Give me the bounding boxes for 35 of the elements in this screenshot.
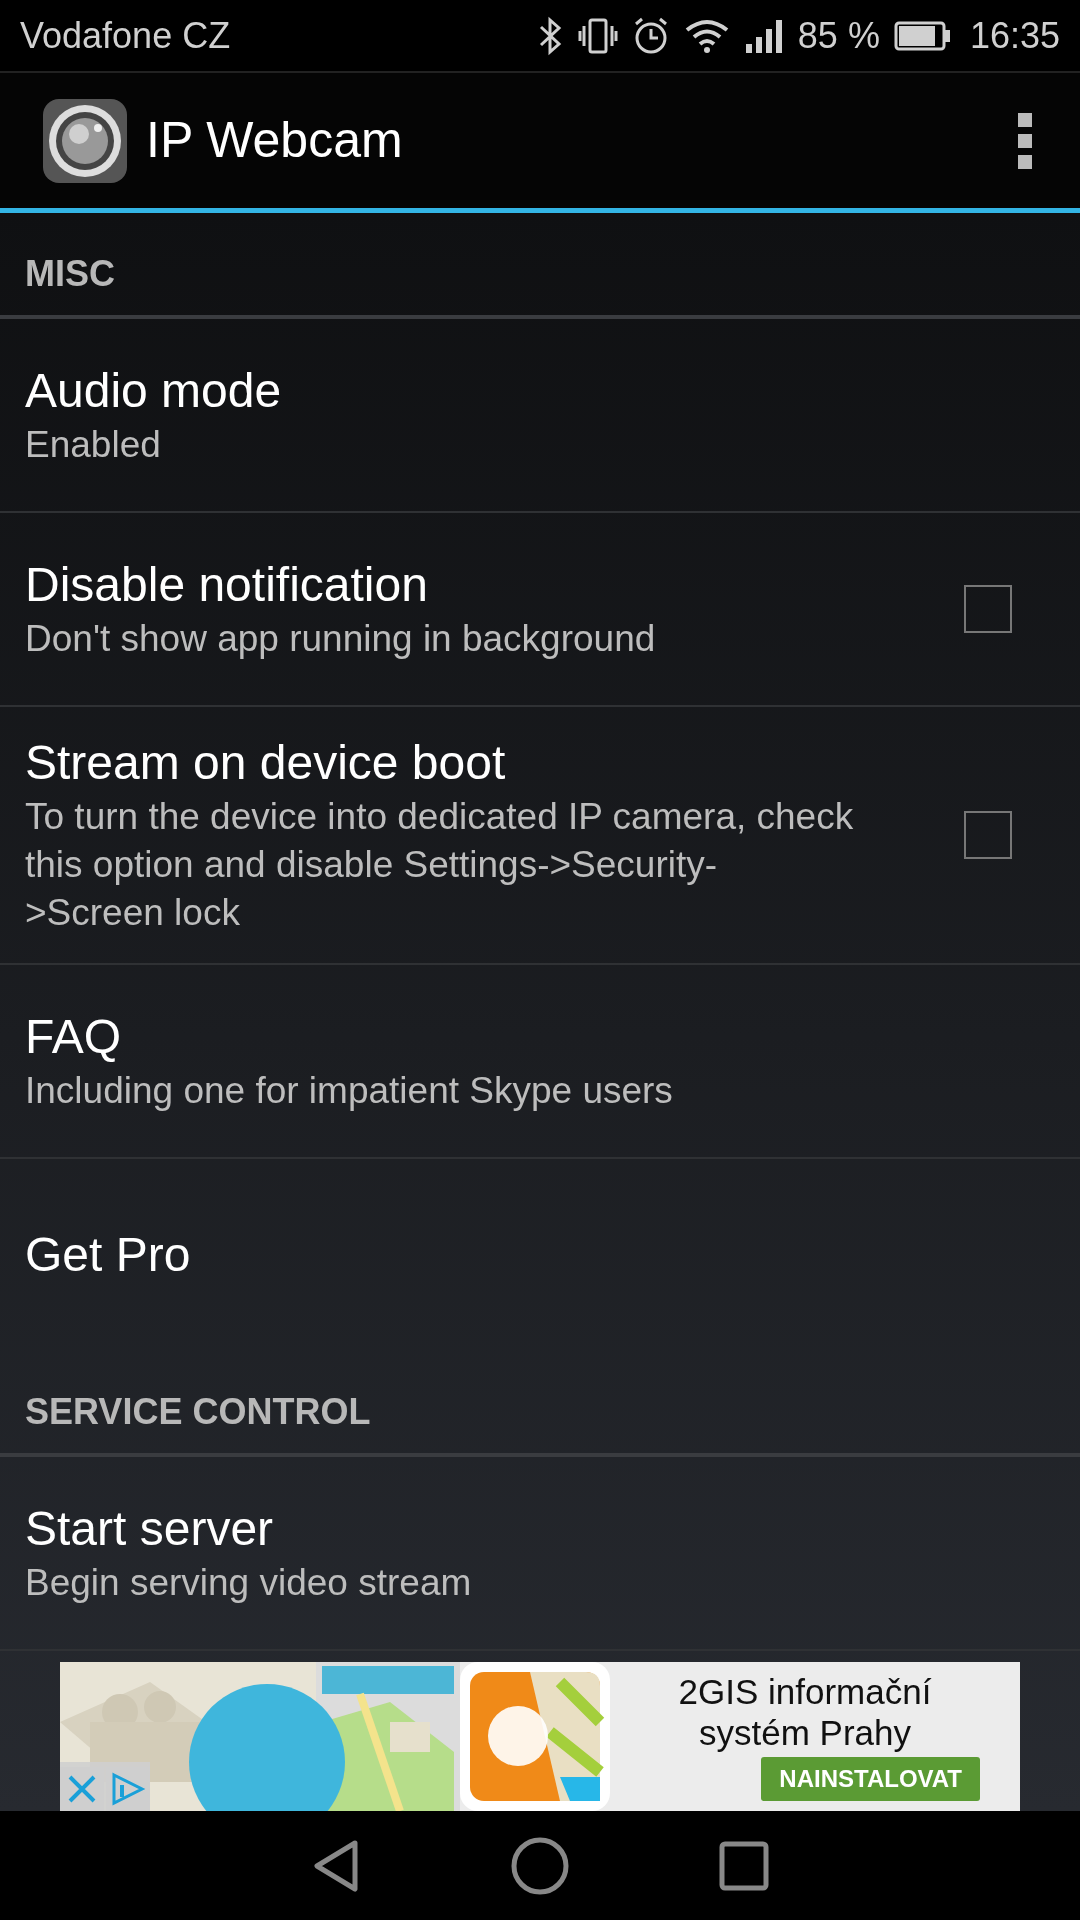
wifi-icon [683, 17, 730, 54]
app-title: IP Webcam [146, 111, 403, 170]
camera-lens-icon [42, 97, 128, 184]
setting-summary: Begin serving video stream [25, 1561, 473, 1606]
bluetooth-icon [537, 15, 564, 56]
setting-title: Get Pro [25, 1227, 192, 1284]
checkbox[interactable] [964, 811, 1012, 860]
setting-title: Disable notification [25, 556, 429, 613]
ad-title: 2GIS informační systém Prahy [677, 1672, 933, 1753]
recents-icon[interactable] [719, 1840, 769, 1891]
carrier-name: Vodafone CZ [20, 13, 231, 58]
settings-row[interactable]: Audio mode Enabled [0, 319, 1080, 513]
setting-title: Start server [25, 1501, 275, 1558]
battery-percent: 85 % [797, 13, 880, 58]
back-icon[interactable] [311, 1838, 361, 1893]
setting-title: Audio mode [25, 362, 283, 419]
clock-time: 16:35 [969, 13, 1060, 58]
section-header: SERVICE CONTROL [25, 1391, 371, 1433]
settings-row[interactable]: Stream on device boot To turn the device into dedicated IP camera, check this option and disable Settings->Security->Screen lock [0, 707, 1080, 966]
settings-row[interactable]: Start server Begin serving video stream [0, 1457, 1080, 1652]
app-logo-icon [460, 1662, 610, 1811]
setting-summary: Including one for impatient Skype users [25, 1069, 674, 1114]
battery-icon [893, 20, 952, 51]
setting-title: FAQ [25, 1009, 123, 1066]
setting-summary: To turn the device into dedicated IP camera, check this option and disable Settings->Security->Screen lock [25, 795, 855, 936]
signal-icon [743, 17, 784, 54]
setting-title: Stream on device boot [25, 735, 507, 791]
setting-summary: Enabled [25, 422, 162, 467]
home-icon[interactable] [511, 1836, 569, 1895]
settings-row[interactable]: FAQ Including one for impatient Skype users [0, 965, 1080, 1160]
settings-row[interactable]: Get Pro [0, 1159, 1080, 1352]
section-header: MISC [25, 253, 115, 294]
settings-row[interactable]: Disable notification Don't show app running in background [0, 513, 1080, 707]
setting-summary: Don't show app running in background [25, 616, 657, 661]
checkbox[interactable] [964, 585, 1012, 633]
